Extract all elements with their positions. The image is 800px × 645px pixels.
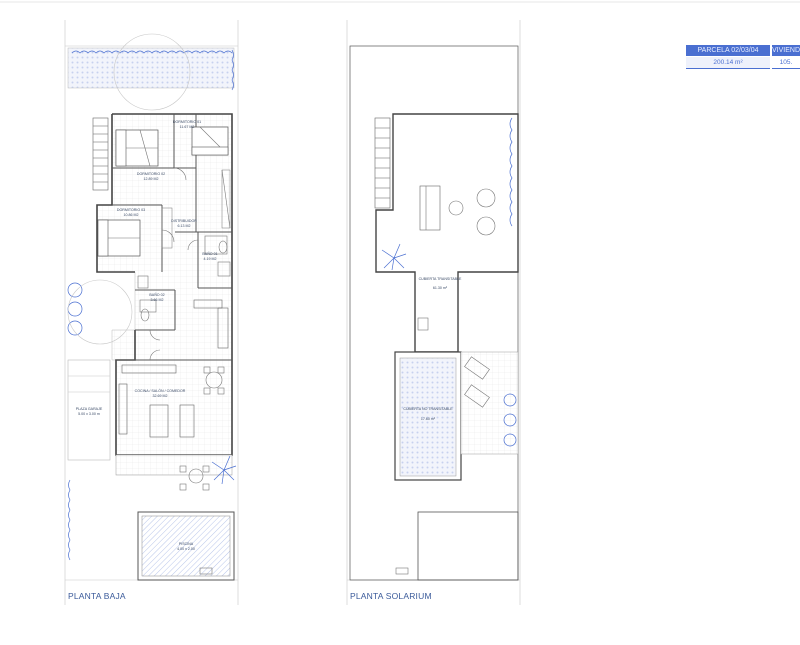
room-name-dormitorio-03: DORMITORIO 03 — [117, 208, 145, 212]
solarium-roof — [375, 113, 519, 353]
title-planta-baja: PLANTA BAJA — [68, 591, 126, 601]
room-area-dormitorio-01: 11.67 M2 — [180, 125, 195, 129]
room-area-piscina: 4.00 x 2.00 — [177, 547, 195, 551]
bed-dormitorio-03 — [97, 219, 141, 257]
room-area-dormitorio-02: 12.89 M2 — [144, 177, 159, 181]
table-header-vivienda: VIVIENDA — [772, 45, 800, 56]
floor-plan-sheet: DORMITORIO 01 11.67 M2 DORMITORIO 02 12.… — [0, 0, 800, 640]
room-name-dormitorio-02: DORMITORIO 02 — [137, 172, 165, 176]
room-area-distribuidor: 6.13 M2 — [178, 224, 191, 228]
room-area-cubierta-transitable: 61.30 m² — [433, 286, 448, 290]
table-value-vivienda: 105. — [772, 57, 800, 69]
planters-left — [67, 282, 83, 336]
room-name-garaje: PLAZA GARAJE — [76, 407, 103, 411]
bed-dormitorio-01 — [191, 126, 229, 156]
room-name-piscina: PISCINA — [179, 542, 194, 546]
solarium-stair — [374, 117, 391, 209]
room-name-cubierta-no-transitable: CUBIERTA NO TRANSITABLE — [403, 407, 453, 411]
floor-plan-drawing: DORMITORIO 01 11.67 M2 DORMITORIO 02 12.… — [0, 1, 800, 605]
room-name-cocina: COCINA / SALÓN / COMEDOR — [135, 388, 186, 393]
pool-footprint — [417, 511, 519, 581]
room-area-bano-02: 3.66 M2 — [151, 298, 164, 302]
room-area-garaje: 5.00 x 3.00 m — [78, 412, 100, 416]
room-area-cocina: 32.69 M2 — [153, 394, 168, 398]
hedge-left — [68, 479, 71, 561]
garden-strip — [67, 47, 235, 89]
table-header-parcela: PARCELA 02/03/04 — [686, 45, 770, 56]
room-area-cubierta-no-transitable: 17.60 m² — [421, 417, 436, 421]
ground-floor-plan — [64, 20, 239, 605]
terrace — [115, 454, 233, 476]
room-name-bano-02: BAÑO 02 — [149, 292, 164, 297]
area-table: PARCELA 02/03/04 VIVIENDA 200.14 m² 105. — [686, 45, 800, 71]
solarium-plan — [346, 20, 521, 605]
room-name-bano-01: BAÑO 01 — [202, 251, 217, 256]
room-area-bano-01: 4.19 M2 — [204, 257, 217, 261]
room-name-distribuidor: DISTRIBUIDOR — [171, 219, 197, 223]
room-area-dormitorio-03: 10.86 M2 — [124, 213, 139, 217]
bed-dormitorio-02 — [115, 129, 159, 167]
title-planta-solarium: PLANTA SOLARIUM — [350, 591, 432, 601]
room-name-cubierta-transitable: CUBIERTA TRANSITABLE — [419, 277, 462, 281]
table-value-parcela: 200.14 m² — [686, 57, 770, 69]
room-name-dormitorio-01: DORMITORIO 01 — [173, 120, 201, 124]
exterior-stair-ground — [92, 117, 109, 191]
